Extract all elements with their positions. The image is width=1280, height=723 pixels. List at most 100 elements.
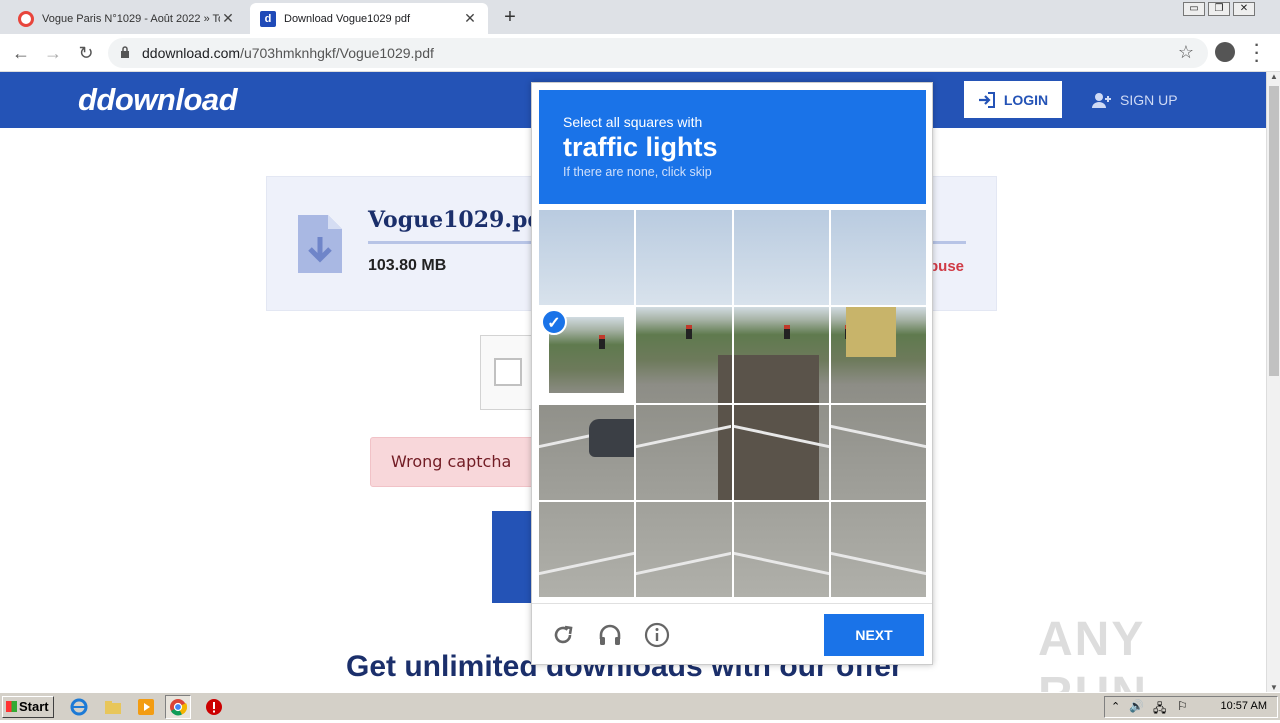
- challenge-target: traffic lights: [563, 132, 718, 162]
- browser-toolbar: ← → ↻ ddownload.com/u703hmknhgkf/Vogue10…: [0, 34, 1280, 72]
- captcha-challenge: Select all squares with traffic lights I…: [531, 82, 933, 665]
- signup-label: SIGN UP: [1120, 91, 1178, 108]
- recaptcha-checkbox[interactable]: [494, 358, 522, 386]
- error-alert: Wrong captcha: [370, 437, 540, 487]
- lane-marking: [539, 551, 635, 575]
- tile-image: [733, 210, 829, 306]
- report-abuse-link[interactable]: buse: [929, 258, 964, 275]
- tab-download[interactable]: d Download Vogue1029 pdf ✕: [250, 3, 488, 34]
- captcha-tile[interactable]: [636, 210, 732, 306]
- captcha-tile[interactable]: [539, 404, 635, 500]
- add-user-icon: [1092, 92, 1111, 108]
- back-icon[interactable]: ←: [10, 42, 32, 64]
- signup-button[interactable]: SIGN UP: [1092, 81, 1178, 118]
- tile-image: [733, 307, 829, 403]
- tile-image: [830, 210, 926, 306]
- billboard-shape: [845, 307, 896, 358]
- stop-icon[interactable]: [205, 698, 223, 716]
- start-button[interactable]: Start: [2, 696, 54, 718]
- tile-image: [539, 501, 635, 597]
- forward-icon[interactable]: →: [42, 42, 64, 64]
- captcha-tile[interactable]: ✓: [539, 307, 635, 403]
- maximize-button[interactable]: ❐: [1208, 2, 1230, 16]
- scroll-down-icon[interactable]: ▼: [1267, 683, 1280, 692]
- tab-vogue[interactable]: Vogue Paris N°1029 - Août 2022 » To ✕: [8, 3, 246, 34]
- login-button[interactable]: LOGIN: [964, 81, 1062, 118]
- captcha-tile[interactable]: [733, 501, 829, 597]
- folder-icon[interactable]: [104, 698, 122, 716]
- scroll-up-icon[interactable]: ▲: [1267, 72, 1280, 81]
- close-tab-icon[interactable]: ✕: [462, 10, 478, 27]
- captcha-tile[interactable]: [733, 307, 829, 403]
- volume-icon[interactable]: 🔊: [1129, 699, 1144, 713]
- tray-expand-icon[interactable]: ⌃: [1111, 700, 1120, 713]
- tile-image: [830, 501, 926, 597]
- audio-challenge-icon[interactable]: [597, 622, 623, 648]
- captcha-tile[interactable]: [539, 210, 635, 306]
- anyrun-watermark: ANY RUN: [1038, 613, 1146, 692]
- traffic-light-shape: [599, 335, 605, 350]
- site-logo[interactable]: ddownload: [78, 82, 238, 118]
- new-tab-button[interactable]: +: [500, 6, 520, 29]
- tile-image: [830, 307, 926, 403]
- internet-explorer-icon[interactable]: [70, 698, 88, 716]
- tile-image: [636, 307, 732, 403]
- captcha-tile[interactable]: [539, 501, 635, 597]
- reload-challenge-icon[interactable]: [550, 622, 576, 648]
- captcha-tile[interactable]: [733, 210, 829, 306]
- image-grid: ✓: [539, 210, 926, 597]
- captcha-tile[interactable]: [636, 307, 732, 403]
- captcha-tile[interactable]: [636, 501, 732, 597]
- tile-image: [636, 404, 732, 500]
- close-tab-icon[interactable]: ✕: [220, 10, 236, 27]
- menu-kebab-icon[interactable]: · · ·: [1252, 38, 1262, 70]
- info-icon[interactable]: [644, 622, 670, 648]
- page-scrollbar[interactable]: ▲ ▼: [1266, 72, 1280, 692]
- vogue-favicon-icon: [18, 10, 34, 27]
- bookmark-star-icon[interactable]: ☆: [1178, 42, 1194, 63]
- login-icon: [978, 91, 995, 108]
- challenge-header: Select all squares with traffic lights I…: [539, 90, 926, 204]
- captcha-tile[interactable]: [830, 404, 926, 500]
- captcha-tile[interactable]: [636, 404, 732, 500]
- truck-shape: [733, 404, 819, 500]
- next-button[interactable]: NEXT: [824, 614, 924, 656]
- login-label: LOGIN: [1003, 91, 1049, 108]
- tile-image: [539, 404, 635, 500]
- profile-icon[interactable]: [1215, 42, 1235, 62]
- captcha-tile[interactable]: [830, 307, 926, 403]
- lane-marking: [830, 551, 926, 575]
- lane-marking: [636, 551, 732, 575]
- challenge-instruction: Select all squares with: [563, 114, 703, 130]
- media-player-icon[interactable]: [137, 698, 155, 716]
- truck-shape: [718, 404, 732, 500]
- network-icon[interactable]: 🖧: [1153, 699, 1166, 720]
- tab-bar: Vogue Paris N°1029 - Août 2022 » To ✕ d …: [0, 0, 1280, 34]
- challenge-hint: If there are none, click skip: [563, 165, 712, 179]
- scrollbar-thumb[interactable]: [1269, 86, 1279, 376]
- reload-icon[interactable]: ↻: [75, 42, 97, 64]
- system-tray: ⌃ 🔊 🖧 ⚐ 10:57 AM: [1104, 696, 1278, 718]
- start-label: Start: [19, 699, 49, 714]
- file-download-icon: [298, 215, 342, 273]
- tab-title: Download Vogue1029 pdf: [284, 12, 410, 25]
- traffic-light-shape: [686, 325, 693, 340]
- file-name: Vogue1029.pdf: [368, 207, 553, 233]
- close-window-button[interactable]: ✕: [1233, 2, 1255, 16]
- captcha-tile[interactable]: [733, 404, 829, 500]
- chrome-taskbar-button[interactable]: [165, 695, 191, 719]
- traffic-light-shape: [783, 325, 790, 340]
- windows-flag-icon: [6, 701, 17, 712]
- captcha-tile[interactable]: [830, 210, 926, 306]
- url-text: ddownload.com/u703hmknhgkf/Vogue1029.pdf: [142, 45, 434, 61]
- minimize-button[interactable]: ▭: [1183, 2, 1205, 16]
- address-bar[interactable]: ddownload.com/u703hmknhgkf/Vogue1029.pdf…: [108, 38, 1208, 68]
- flag-notification-icon[interactable]: ⚐: [1177, 699, 1188, 713]
- challenge-footer: NEXT: [532, 603, 932, 665]
- tile-image: [636, 210, 732, 306]
- lock-icon: [121, 46, 129, 58]
- captcha-tile[interactable]: [830, 501, 926, 597]
- window-controls: ▭ ❐ ✕: [1180, 2, 1255, 18]
- clock: 10:57 AM: [1220, 700, 1267, 712]
- tile-image: [733, 404, 829, 500]
